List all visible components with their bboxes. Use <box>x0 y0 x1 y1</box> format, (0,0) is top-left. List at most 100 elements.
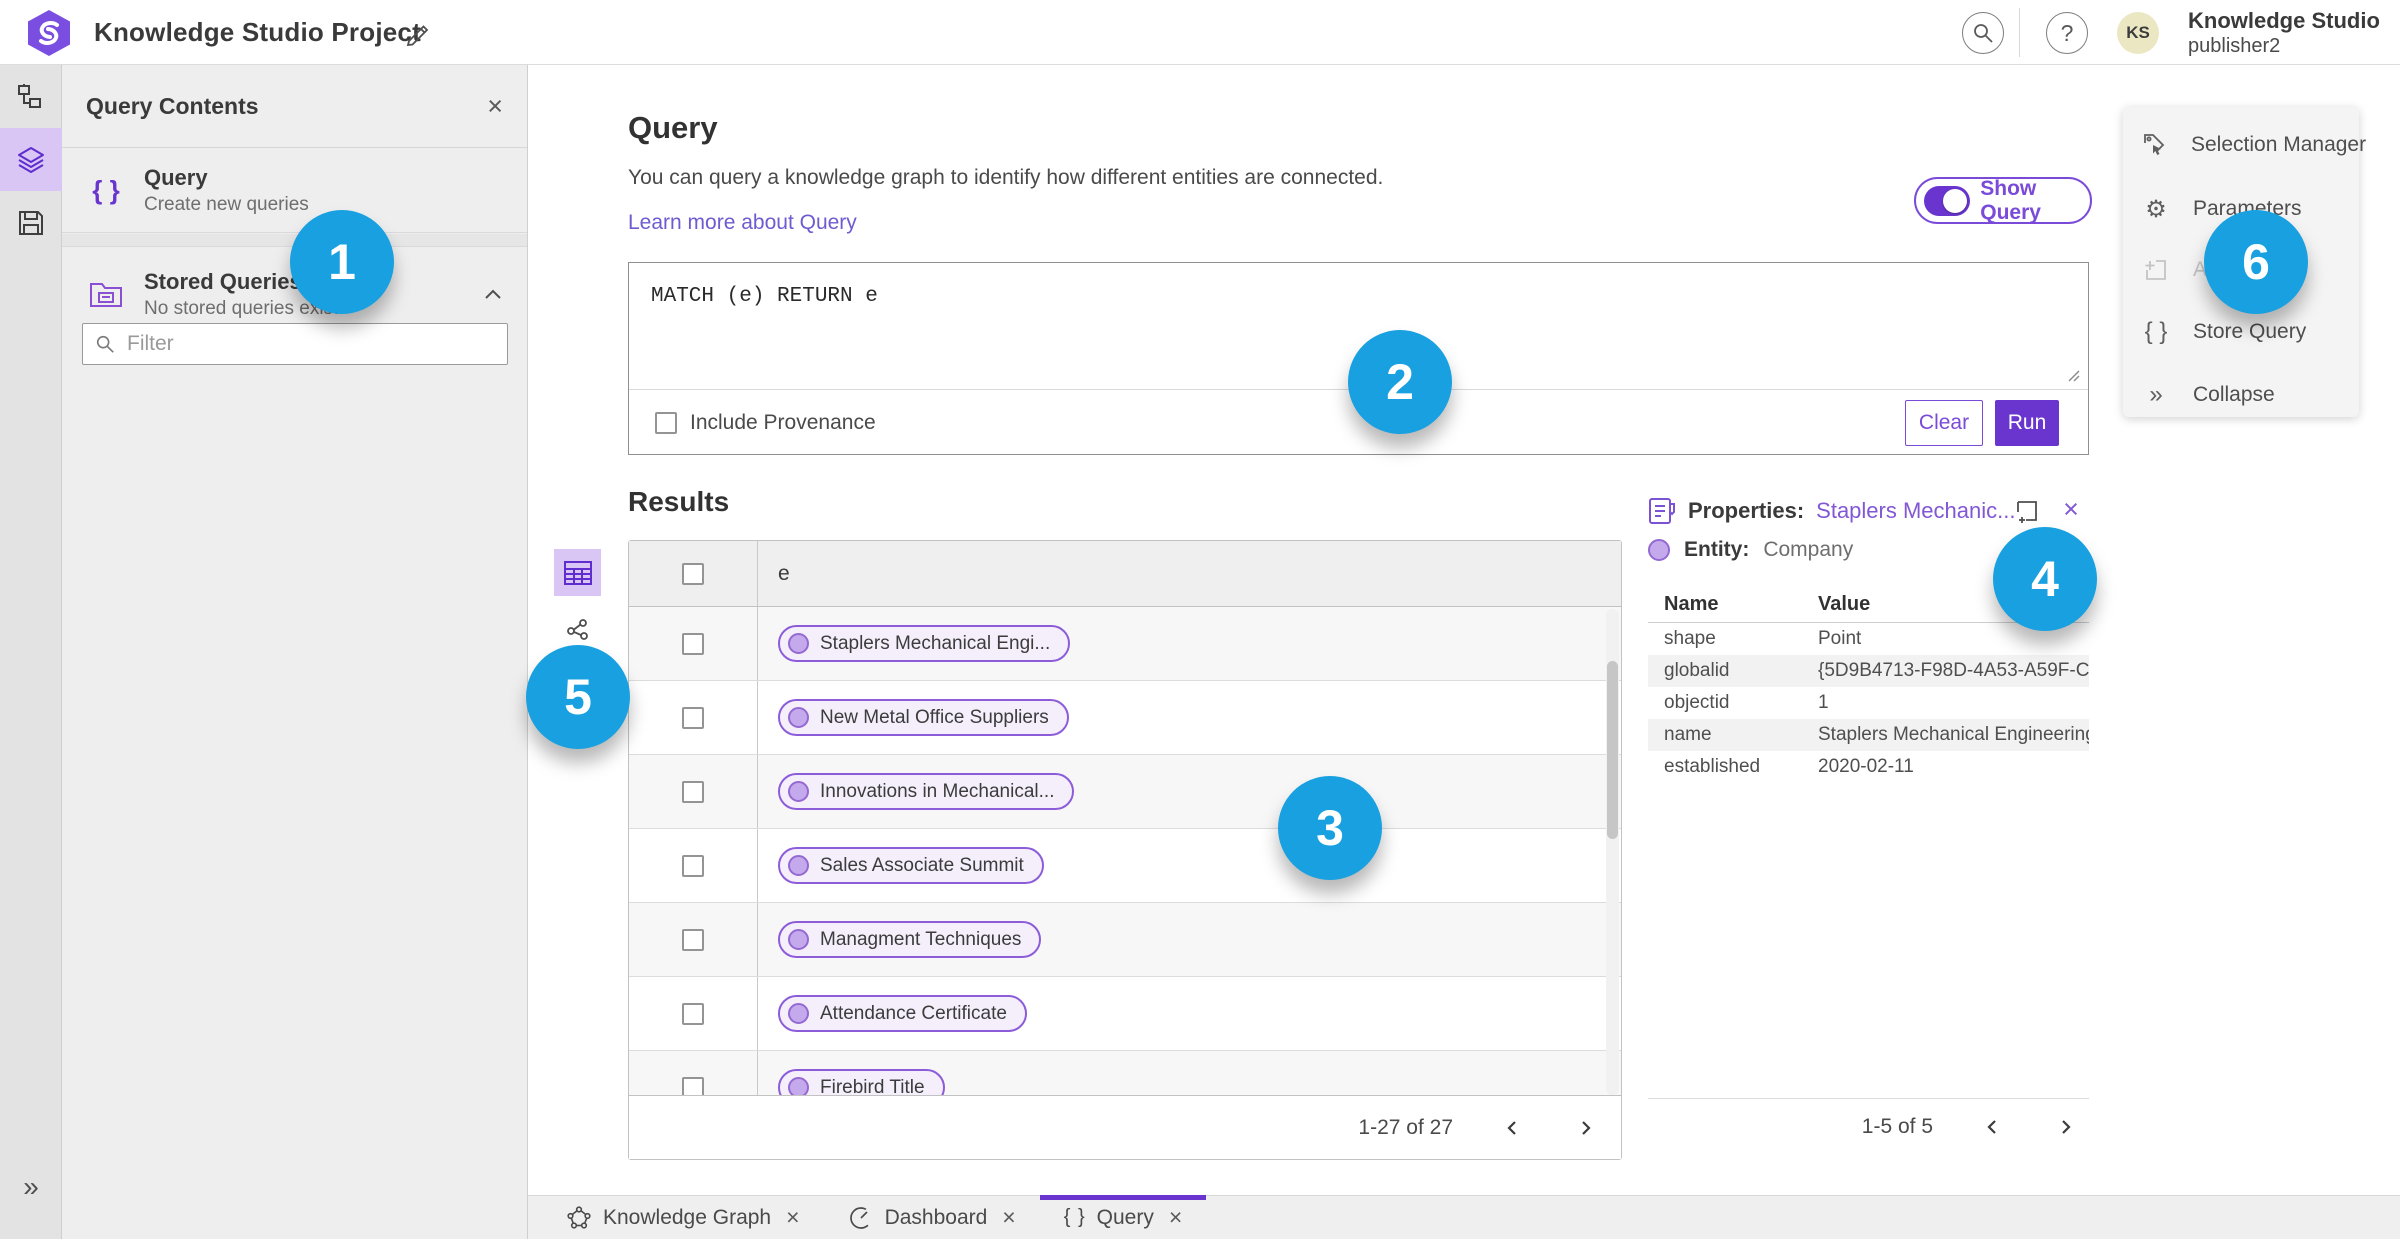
vertical-scrollbar[interactable] <box>1606 609 1619 1095</box>
annotation-circle-5: 5 <box>526 645 630 749</box>
entity-chip-label: Staplers Mechanical Engi... <box>820 632 1051 654</box>
property-value: {5D9B4713-F98D-4A53-A59F-C11... <box>1818 660 2089 681</box>
learn-more-link[interactable]: Learn more about Query <box>628 211 857 235</box>
close-tab-icon[interactable]: × <box>1169 1204 1182 1231</box>
entity-dot-icon <box>788 1003 809 1024</box>
tab-knowledge-graph[interactable]: Knowledge Graph × <box>542 1196 824 1239</box>
row-checkbox[interactable] <box>682 928 704 951</box>
filter-input[interactable] <box>127 332 495 356</box>
link-chart-view-button[interactable] <box>560 612 596 648</box>
selection-manager-icon <box>2141 131 2169 159</box>
braces-icon: { } <box>2144 318 2168 345</box>
entity-row: Entity: Company <box>1648 538 1853 562</box>
row-checkbox[interactable] <box>682 1002 704 1025</box>
toggle-switch-on <box>1924 185 1971 216</box>
query-contents-title: Query Contents <box>86 92 259 119</box>
expand-rail-button[interactable]: » <box>0 1173 62 1201</box>
results-rows: Staplers Mechanical Engi... New Metal Of… <box>629 607 1621 1097</box>
resize-handle-icon[interactable] <box>2066 368 2080 382</box>
close-tab-icon[interactable]: × <box>786 1204 799 1231</box>
dashboard-gauge-icon <box>849 1206 872 1229</box>
row-checkbox[interactable] <box>682 632 704 655</box>
knowledge-studio-app: Knowledge Studio Project ? KS Knowledge … <box>0 0 2400 1239</box>
left-rail: » <box>0 65 62 1239</box>
property-value: 2020-02-11 <box>1818 756 1914 777</box>
results-table-header: e <box>629 541 1621 607</box>
entity-chip[interactable]: Sales Associate Summit <box>778 847 1044 884</box>
entity-chip-label: New Metal Office Suppliers <box>820 706 1049 728</box>
previous-page-button[interactable] <box>1497 1113 1527 1143</box>
table-row: New Metal Office Suppliers <box>629 681 1621 755</box>
row-checkbox[interactable] <box>682 854 704 877</box>
previous-page-button[interactable] <box>1977 1112 2007 1142</box>
next-page-button[interactable] <box>2051 1112 2081 1142</box>
chevron-left-icon <box>1507 1120 1516 1135</box>
entity-chip[interactable]: Staplers Mechanical Engi... <box>778 625 1071 662</box>
row-checkbox[interactable] <box>682 1076 704 1097</box>
close-properties-icon[interactable]: × <box>2056 494 2086 524</box>
chevron-right-icon <box>1582 1120 1591 1135</box>
add-to-link-chart-button[interactable] <box>2012 496 2042 526</box>
close-tab-icon[interactable]: × <box>1002 1204 1015 1231</box>
column-header-e[interactable]: e <box>758 541 1621 606</box>
property-value: Staplers Mechanical Engineering <box>1818 724 2089 745</box>
table-icon <box>563 560 592 585</box>
run-button[interactable]: Run <box>1995 400 2059 446</box>
entity-dot-icon <box>788 707 809 728</box>
properties-table: shape Point globalid {5D9B4713-F98D-4A53… <box>1648 623 2089 783</box>
entity-chip[interactable]: Firebird Title <box>778 1069 945 1097</box>
menu-item-store-query[interactable]: { } Store Query <box>2123 308 2359 356</box>
square-plus-icon <box>2017 501 2037 523</box>
results-title: Results <box>628 486 730 517</box>
next-page-button[interactable] <box>1571 1113 1601 1143</box>
chevron-up-icon[interactable] <box>483 287 503 301</box>
entity-chip[interactable]: Managment Techniques <box>778 921 1042 958</box>
include-provenance-checkbox[interactable] <box>655 411 677 434</box>
edit-title-pencil-icon[interactable] <box>400 16 434 50</box>
entity-chip-label: Innovations in Mechanical... <box>820 780 1055 802</box>
search-button[interactable] <box>1962 12 2004 54</box>
tab-label: Dashboard <box>884 1205 988 1229</box>
clear-button[interactable]: Clear <box>1905 400 1983 446</box>
rail-item-data-model[interactable] <box>0 65 62 128</box>
user-block[interactable]: Knowledge Studio publisher2 <box>2188 8 2380 58</box>
entity-chip-label: Managment Techniques <box>820 928 1022 950</box>
entity-type: Company <box>1763 538 1854 561</box>
property-row: globalid {5D9B4713-F98D-4A53-A59F-C11... <box>1648 655 2089 687</box>
table-row: Sales Associate Summit <box>629 829 1621 903</box>
tab-query[interactable]: { } Query × <box>1039 1195 1207 1239</box>
app-logo-icon[interactable] <box>27 9 71 57</box>
property-row: name Staplers Mechanical Engineering <box>1648 719 2089 751</box>
item-title: Query <box>144 165 208 190</box>
tab-dashboard[interactable]: Dashboard × <box>824 1196 1040 1239</box>
avatar[interactable]: KS <box>2117 12 2159 54</box>
property-row: established 2020-02-11 <box>1648 751 2089 783</box>
rail-item-save[interactable] <box>0 191 62 254</box>
show-query-toggle[interactable]: Show Query <box>1914 177 2092 224</box>
row-checkbox[interactable] <box>682 780 704 803</box>
question-icon: ? <box>2060 19 2074 46</box>
query-text[interactable]: MATCH (e) RETURN e <box>651 285 878 308</box>
entity-chip[interactable]: Attendance Certificate <box>778 995 1027 1032</box>
entity-chip[interactable]: New Metal Office Suppliers <box>778 699 1069 736</box>
entity-chip[interactable]: Innovations in Mechanical... <box>778 773 1075 810</box>
entity-dot-icon <box>788 929 809 950</box>
results-pagination: 1-27 of 27 <box>629 1095 1621 1159</box>
rail-item-contents[interactable] <box>0 128 62 191</box>
query-contents-item-query[interactable]: { } Query Create new queries <box>62 149 527 233</box>
property-name: globalid <box>1664 660 1730 681</box>
table-row: Managment Techniques <box>629 903 1621 977</box>
row-checkbox[interactable] <box>682 706 704 729</box>
menu-item-collapse[interactable]: » Collapse <box>2123 371 2359 419</box>
help-button[interactable]: ? <box>2046 12 2088 54</box>
properties-label: Properties: <box>1688 498 1805 523</box>
properties-entity-link[interactable]: Staplers Mechanic... <box>1816 498 2015 524</box>
menu-item-selection-manager[interactable]: Selection Manager <box>2123 121 2366 169</box>
search-icon <box>96 335 114 353</box>
scrollbar-thumb[interactable] <box>1607 661 1618 839</box>
table-view-button[interactable] <box>554 549 601 596</box>
close-icon[interactable]: × <box>487 92 503 120</box>
annotation-circle-2: 2 <box>1348 330 1452 434</box>
select-all-checkbox[interactable] <box>682 562 704 585</box>
value-column-header: Value <box>1818 592 1871 615</box>
